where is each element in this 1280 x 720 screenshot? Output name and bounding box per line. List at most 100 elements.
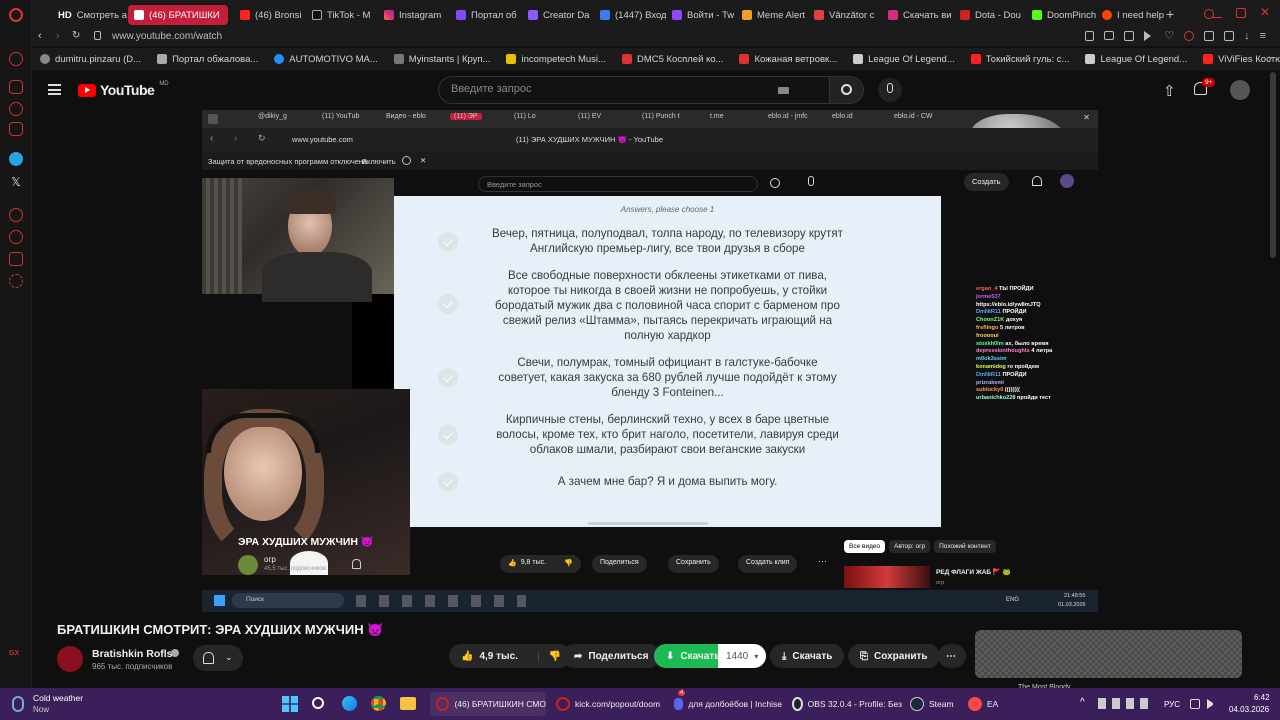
voice-search-button[interactable] [878, 78, 902, 102]
file-explorer-icon[interactable] [400, 697, 416, 710]
player-icon[interactable] [9, 208, 23, 222]
network-icon[interactable] [1190, 699, 1200, 709]
side-panel-thumbnail[interactable] [975, 630, 1242, 678]
instagram-icon[interactable] [9, 122, 23, 136]
page-scrollbar[interactable] [1270, 72, 1276, 258]
tab-1-active[interactable]: (46) БРАТИШКИ [128, 5, 228, 25]
quality-select[interactable]: 1440 ▾ [718, 644, 767, 668]
x-twitter-icon[interactable]: 𝕏 [9, 175, 23, 189]
new-tab-button[interactable]: + [1166, 6, 1174, 22]
chrome-icon[interactable] [371, 696, 386, 711]
inner-tab-strip: @dikiy_g (11) YouTub Видео - eblo (11) Э… [202, 110, 1098, 166]
reload-icon[interactable]: ↻ [72, 30, 80, 41]
tab-14[interactable]: I need help [1096, 5, 1168, 25]
maximize-button[interactable] [1236, 8, 1246, 18]
tab-7[interactable]: (1447) Вход [594, 5, 666, 25]
back-icon[interactable]: ‹ [38, 30, 42, 42]
language-indicator[interactable]: РУС [1164, 700, 1180, 709]
tray-chevron-icon[interactable]: ^ [1080, 697, 1085, 708]
save-button[interactable]: ⎘ Сохранить [848, 644, 940, 668]
extension-icon[interactable] [1224, 31, 1235, 41]
like-button[interactable]: 👍 4,9 тыс. 👎 [449, 644, 572, 668]
keyboard-icon[interactable] [778, 87, 789, 94]
tab-10[interactable]: Vânzător c [808, 5, 880, 25]
hamburger-menu-icon[interactable] [48, 84, 61, 95]
more-actions-button[interactable]: ⋯ [938, 644, 966, 668]
search-input[interactable]: Введите запрос [438, 76, 830, 104]
url-field[interactable]: www.youtube.com/watch [112, 30, 222, 44]
weather-title[interactable]: Cold weather [33, 693, 83, 703]
menu-icon[interactable]: ≡ [1260, 31, 1266, 42]
opera-logo-icon[interactable] [9, 8, 23, 22]
gx-icon[interactable]: GX [9, 650, 23, 664]
edge-icon[interactable] [342, 696, 357, 711]
bookmark-5[interactable]: DMC5 Косплей ко... [614, 54, 732, 65]
send-icon[interactable] [1144, 31, 1154, 41]
pin-icon[interactable] [1085, 31, 1095, 41]
tab-8[interactable]: Войти - Tw [666, 5, 736, 25]
search-button[interactable] [830, 76, 864, 104]
forward-icon[interactable]: › [56, 30, 60, 42]
close-window-button[interactable]: ✕ [1260, 6, 1270, 18]
download-button[interactable]: ⤓ Скачать [770, 644, 845, 668]
whatsapp-icon[interactable] [9, 102, 23, 116]
bookmark-4[interactable]: incompetech Musi... [498, 54, 613, 65]
share-button[interactable]: ➦ Поделиться [562, 644, 661, 668]
bookmarks-overflow-icon[interactable]: › [1269, 53, 1272, 64]
search-icon[interactable] [312, 697, 324, 709]
bookmark-7[interactable]: League Of Legend... [845, 54, 963, 65]
channel-avatar[interactable] [57, 646, 83, 672]
bookmark-8[interactable]: Токийский гуль: с... [963, 54, 1078, 65]
messenger-icon[interactable] [9, 80, 23, 94]
settings-icon[interactable] [9, 274, 23, 288]
channel-name[interactable]: Bratishkin Rofls [92, 648, 173, 660]
heart-icon[interactable]: ♡ [1164, 31, 1174, 42]
discord-icon [674, 698, 684, 710]
tray-icons[interactable] [1098, 698, 1152, 709]
youtube-logo[interactable]: YouTube MD [78, 81, 169, 98]
tab-4[interactable]: Instagram [378, 5, 446, 25]
weather-icon[interactable] [12, 696, 24, 712]
bookmark-10[interactable]: ViViFies Костюм... [1195, 54, 1280, 65]
camera-icon[interactable] [1104, 31, 1115, 40]
tab-5[interactable]: Портал об [450, 5, 518, 25]
taskbar-app-ea[interactable]: EA [964, 692, 1008, 716]
taskbar-app-discord[interactable]: 4 для долбоёбов | Inchise [670, 690, 782, 716]
clock-date[interactable]: 04.03.2026 [1229, 705, 1269, 714]
start-windows-icon[interactable] [282, 696, 298, 712]
taskbar-app-browser[interactable]: (46) БРАТИШКИН СМО [430, 692, 546, 716]
extensions-icon[interactable] [9, 252, 23, 266]
avatar[interactable] [1230, 80, 1250, 100]
volume-icon[interactable] [1207, 699, 1217, 709]
download-icon[interactable]: ↓ [1244, 31, 1250, 42]
minimize-button[interactable] [1212, 8, 1222, 18]
bookmark-3[interactable]: Myinstants | Круп... [386, 54, 499, 65]
history-icon[interactable] [9, 230, 23, 244]
tab-6[interactable]: Creator Da [522, 5, 594, 25]
wallet-icon[interactable] [1204, 31, 1215, 41]
tab-0[interactable]: HD Смотреть а [52, 5, 136, 25]
telegram-icon[interactable] [9, 152, 23, 166]
video-player[interactable]: @dikiy_g (11) YouTub Видео - eblo (11) Э… [202, 110, 1098, 612]
aria-icon[interactable] [9, 52, 23, 66]
taskbar-app-obs[interactable]: OBS 32.0.4 - Profile: Без [788, 692, 902, 716]
subscribe-bell-button[interactable]: ⌄ [193, 645, 243, 671]
bookmark-9[interactable]: League Of Legend... [1077, 54, 1195, 65]
taskbar-app-kick[interactable]: kick.com/popout/doom [552, 692, 664, 716]
tab-11[interactable]: Скачать ви [882, 5, 954, 25]
tab-12[interactable]: Dota - Dou [954, 5, 1026, 25]
bookmark-2[interactable]: AUTOMOTIVO MA... [266, 54, 386, 65]
tab-2[interactable]: (46) Bronsi [234, 5, 302, 25]
bookmark-1[interactable]: Портал обжалова... [149, 54, 266, 65]
tab-3[interactable]: TikTok - M [306, 5, 374, 25]
taskbar-app-steam[interactable]: Steam [906, 692, 962, 716]
easy-setup-icon[interactable] [1124, 31, 1135, 41]
dislike-button[interactable]: 👎 [537, 650, 561, 662]
bookmark-6[interactable]: Кожаная ветровк... [731, 54, 845, 65]
bookmark-0[interactable]: dumitru.pinzaru (D... [32, 54, 149, 65]
tab-13[interactable]: DoomPinch [1026, 5, 1098, 25]
vpn-icon[interactable] [1184, 31, 1195, 41]
clock-time[interactable]: 6:42 [1254, 693, 1270, 702]
tab-9[interactable]: Meme Alert [736, 5, 806, 25]
upload-icon[interactable]: ⇧ [1163, 82, 1176, 100]
